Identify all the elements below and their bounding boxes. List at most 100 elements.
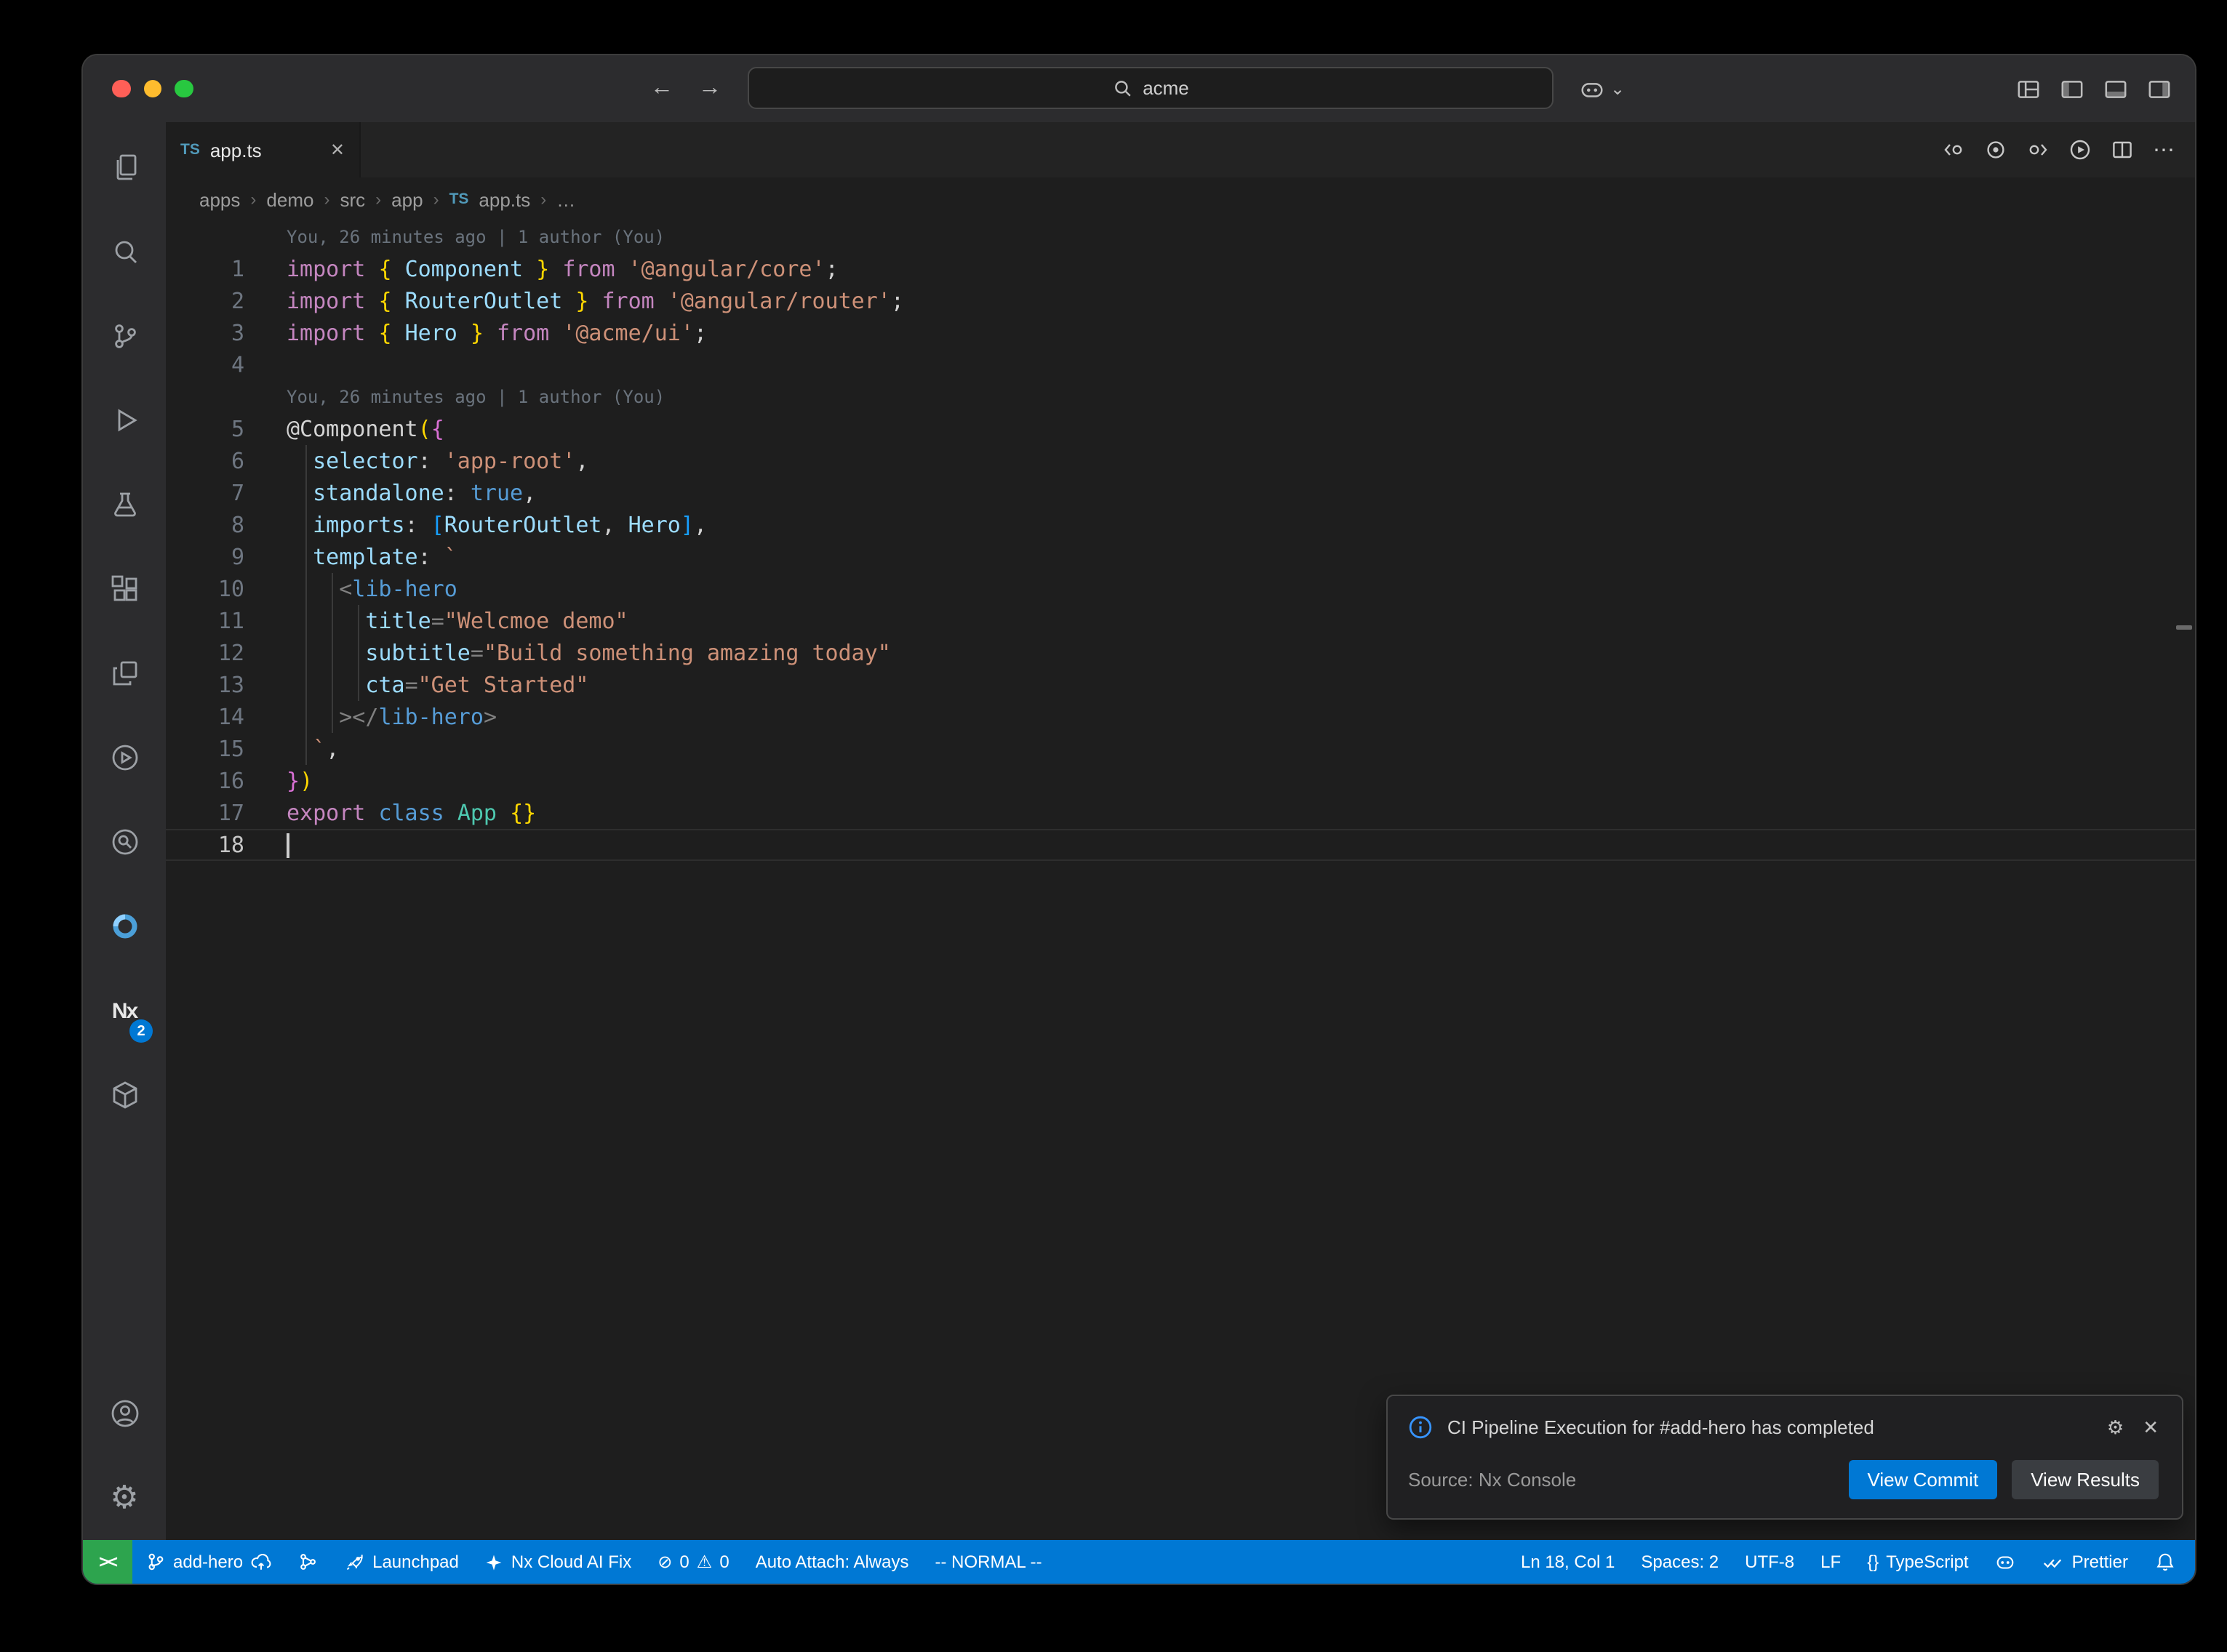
close-window-button[interactable]: [112, 80, 130, 98]
git-branch-icon: [145, 1552, 166, 1572]
nx-cloud-ai-fix-item[interactable]: Nx Cloud AI Fix: [472, 1540, 644, 1584]
formatter-item[interactable]: Prettier: [2030, 1540, 2141, 1584]
warning-count: 0: [719, 1552, 729, 1572]
breadcrumb-item[interactable]: apps: [199, 188, 240, 210]
line-number: 16: [166, 765, 244, 797]
code-line: 15 `,: [166, 733, 2195, 765]
sidebar-item-nx-console[interactable]: Nx 2: [83, 969, 166, 1053]
sidebar-item-source-control[interactable]: [83, 294, 166, 378]
code-line: 4: [166, 349, 2195, 381]
swirl-ring-icon: [107, 909, 142, 944]
nx-badge: 2: [129, 1019, 153, 1043]
error-icon: ⊘: [657, 1552, 672, 1572]
status-bar: >< add-hero Launchpad Nx Cloud AI Fix ⊘ …: [83, 1540, 2195, 1584]
window-controls: [112, 55, 193, 122]
sidebar-item-testing[interactable]: [83, 462, 166, 547]
sidebar-item-inspect[interactable]: [83, 800, 166, 884]
tab-label: app.ts: [210, 139, 262, 161]
breadcrumb-file[interactable]: app.ts: [479, 188, 530, 210]
notification-settings-icon[interactable]: ⚙: [2107, 1416, 2124, 1439]
previous-change-icon[interactable]: [1942, 138, 1965, 161]
toggle-primary-sidebar-icon[interactable]: [2060, 76, 2084, 101]
settings-button[interactable]: ⚙: [83, 1456, 166, 1540]
auto-attach-item[interactable]: Auto Attach: Always: [743, 1540, 922, 1584]
problems-item[interactable]: ⊘ 0 ⚠ 0: [644, 1540, 742, 1584]
navigate-forward-button[interactable]: →: [695, 76, 724, 102]
customize-layout-icon[interactable]: [2016, 76, 2041, 101]
code-text: [287, 829, 289, 861]
sidebar-item-extensions[interactable]: [83, 547, 166, 631]
breadcrumb-item[interactable]: src: [340, 188, 365, 210]
more-actions-icon[interactable]: ⋯: [2153, 139, 2175, 161]
sidebar-item-explorer[interactable]: [83, 125, 166, 209]
cube-icon: [107, 1078, 142, 1112]
cursor-position-item[interactable]: Ln 18, Col 1: [1508, 1540, 1628, 1584]
remote-icon: ><: [99, 1552, 116, 1572]
circle-dot-icon[interactable]: [1984, 138, 2007, 161]
chevron-right-icon: ›: [250, 189, 256, 209]
indentation-label: Spaces: 2: [1641, 1552, 1719, 1572]
indentation-item[interactable]: Spaces: 2: [1628, 1540, 1732, 1584]
sidebar-item-containers[interactable]: [83, 1053, 166, 1137]
code-line: 13 cta="Get Started": [166, 669, 2195, 701]
language-label: TypeScript: [1886, 1552, 1968, 1572]
breadcrumb-item[interactable]: app: [391, 188, 423, 210]
sidebar-item-cloud-extension[interactable]: [83, 884, 166, 969]
bell-icon: [2154, 1551, 2176, 1573]
eol-label: LF: [1820, 1552, 1841, 1572]
vim-mode-label: -- NORMAL --: [935, 1552, 1042, 1572]
tab-app-ts[interactable]: TS app.ts ✕: [166, 122, 361, 177]
split-editor-icon[interactable]: [2111, 138, 2134, 161]
line-number: 17: [166, 797, 244, 829]
breadcrumb-symbol[interactable]: …: [556, 188, 575, 210]
notifications-bell-item[interactable]: [2141, 1540, 2189, 1584]
breadcrumb-item[interactable]: demo: [266, 188, 313, 210]
activity-bar: Nx 2 ⚙: [83, 122, 166, 1540]
run-file-icon[interactable]: [2068, 138, 2092, 161]
sidebar-item-run-tasks[interactable]: [83, 715, 166, 800]
copilot-icon: [1995, 1551, 2017, 1573]
code-editor[interactable]: You, 26 minutes ago | 1 author (You)1imp…: [166, 221, 2195, 1540]
sidebar-item-remote-explorer[interactable]: [83, 631, 166, 715]
accounts-button[interactable]: [83, 1371, 166, 1456]
nx-icon: Nx: [112, 998, 137, 1023]
code-text: @Component({: [287, 413, 444, 445]
commit-graph-button[interactable]: [285, 1540, 332, 1584]
code-text: <lib-hero: [287, 573, 457, 605]
line-number: 12: [166, 637, 244, 669]
sidebar-item-run-debug[interactable]: [83, 378, 166, 462]
cloud-upload-icon: [250, 1551, 272, 1573]
language-mode-item[interactable]: {} TypeScript: [1854, 1540, 1981, 1584]
toggle-panel-icon[interactable]: [2103, 76, 2128, 101]
source-control-icon: [107, 318, 142, 353]
launchpad-item[interactable]: Launchpad: [332, 1540, 472, 1584]
next-change-icon[interactable]: [2026, 138, 2050, 161]
branch-item[interactable]: add-hero: [132, 1540, 285, 1584]
copilot-status-item[interactable]: [1982, 1540, 2030, 1584]
run-debug-icon: [107, 403, 142, 438]
toggle-secondary-sidebar-icon[interactable]: [2147, 76, 2172, 101]
close-tab-icon[interactable]: ✕: [330, 140, 345, 160]
view-results-button[interactable]: View Results: [2012, 1460, 2159, 1499]
editor-actions: ⋯: [1942, 122, 2195, 177]
zoom-window-button[interactable]: [175, 80, 193, 98]
minimize-window-button[interactable]: [143, 80, 161, 98]
code-text: title="Welcmoe demo": [287, 605, 628, 637]
code-line: 10 <lib-hero: [166, 573, 2195, 605]
sidebar-item-search[interactable]: [83, 209, 166, 294]
notification-close-icon[interactable]: ✕: [2143, 1416, 2159, 1439]
remote-indicator[interactable]: ><: [83, 1540, 132, 1584]
explorer-icon: [107, 150, 142, 185]
blame-annotation: You, 26 minutes ago | 1 author (You): [166, 381, 2195, 413]
eol-item[interactable]: LF: [1807, 1540, 1854, 1584]
copilot-menu[interactable]: ⌄: [1578, 75, 1625, 103]
command-center-search[interactable]: acme: [748, 67, 1554, 109]
chevron-down-icon: ⌄: [1610, 79, 1625, 99]
navigate-back-button[interactable]: ←: [647, 76, 676, 102]
text-cursor: [287, 833, 289, 858]
chevron-right-icon: ›: [324, 189, 329, 209]
view-commit-button[interactable]: View Commit: [1849, 1460, 1998, 1499]
encoding-item[interactable]: UTF-8: [1732, 1540, 1807, 1584]
overview-ruler-mark: [2176, 625, 2192, 630]
sparkle-icon: [485, 1552, 504, 1571]
